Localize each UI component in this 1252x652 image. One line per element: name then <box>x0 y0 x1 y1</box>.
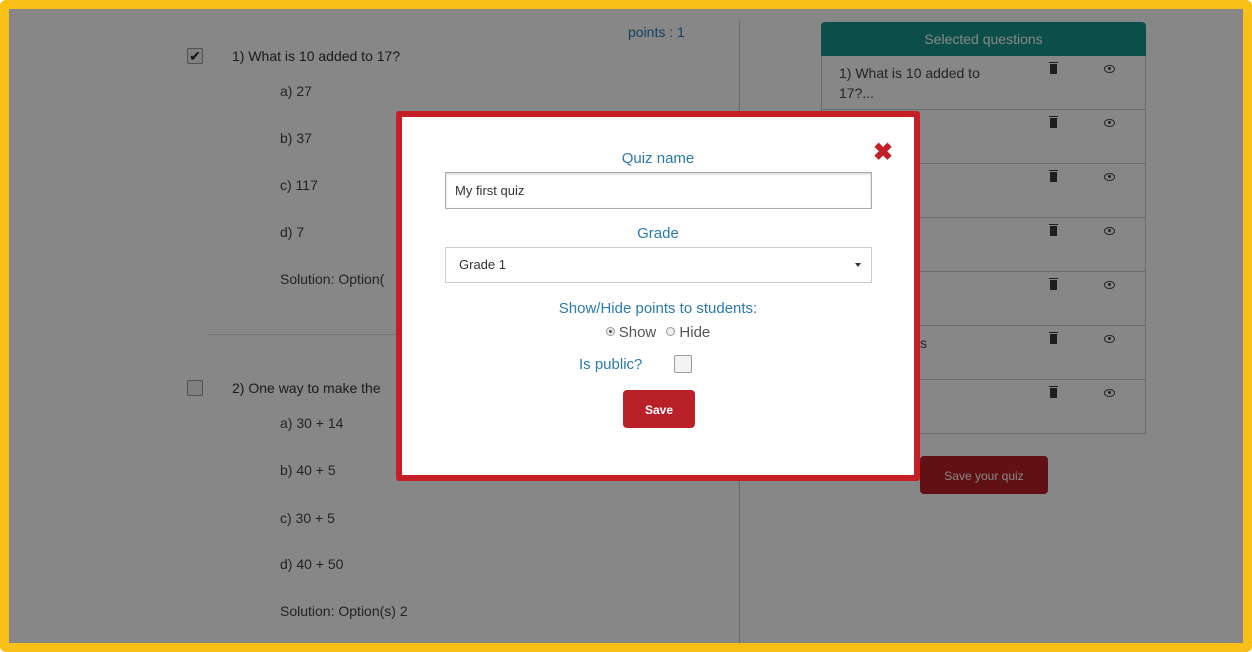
points-visibility-radios: Show Hide <box>402 324 914 341</box>
is-public-checkbox[interactable] <box>674 355 692 373</box>
caret-down-icon <box>855 263 861 267</box>
save-quiz-modal: ✖ Quiz name Grade Grade 1 Show/Hide poin… <box>396 111 920 481</box>
screenshot-frame: ✔ 1) What is 10 added to 17? points : 1 … <box>0 0 1252 652</box>
show-radio[interactable] <box>605 326 615 336</box>
is-public-label: Is public? <box>579 356 643 373</box>
hide-radio[interactable] <box>666 326 676 336</box>
quiz-name-label: Quiz name <box>621 150 695 167</box>
grade-label: Grade <box>637 225 679 242</box>
save-button[interactable]: Save <box>623 390 695 428</box>
points-visibility-label: Show/Hide points to students: <box>558 300 758 317</box>
quiz-builder-page: ✔ 1) What is 10 added to 17? points : 1 … <box>9 9 1243 643</box>
quiz-name-input[interactable] <box>445 172 872 209</box>
grade-select-value: Grade 1 <box>459 257 506 272</box>
show-radio-label: Show <box>618 324 657 341</box>
hide-radio-label: Hide <box>679 324 711 341</box>
grade-select[interactable]: Grade 1 <box>445 247 872 283</box>
